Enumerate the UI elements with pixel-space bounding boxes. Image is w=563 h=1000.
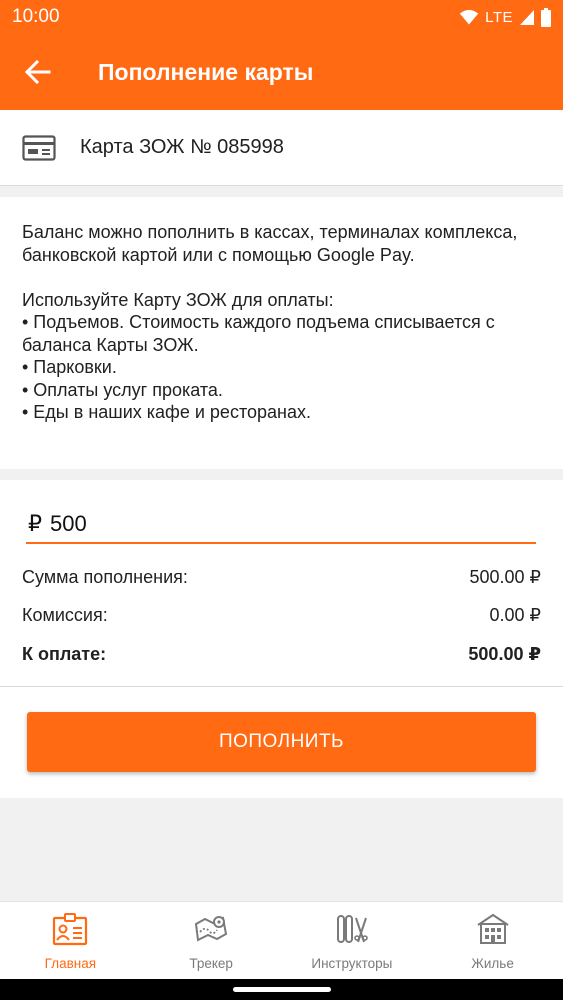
status-icons: LTE xyxy=(459,7,551,27)
divider xyxy=(0,686,563,687)
map-route-icon xyxy=(195,916,228,942)
building-icon xyxy=(477,913,509,944)
system-navigation-bar xyxy=(0,979,563,1000)
toolbar: Пополнение карты xyxy=(0,34,563,110)
bottom-navigation: Главная Трекер Инструкторы Жилье xyxy=(0,901,563,979)
id-card-icon xyxy=(53,913,88,946)
info-usage-header: Используйте Карту ЗОЖ для оплаты: xyxy=(22,289,334,310)
summary-row-total: К оплате: 500.00 ₽ xyxy=(22,644,541,665)
card-header: Карта ЗОЖ № 085998 xyxy=(0,110,563,186)
summary-value: 500.00 ₽ xyxy=(468,644,541,664)
battery-icon xyxy=(541,7,551,27)
nav-label: Главная xyxy=(44,956,97,971)
page-title: Пополнение карты xyxy=(98,58,314,85)
nav-item-home[interactable]: Главная xyxy=(0,902,141,979)
info-bullet: • Подъемов. Стоимость каждого подъема сп… xyxy=(22,312,495,355)
info-bullet: • Оплаты услуг проката. xyxy=(22,379,223,400)
card-icon xyxy=(22,134,56,161)
nav-item-instructors[interactable]: Инструкторы xyxy=(282,902,423,979)
currency-symbol: ₽ xyxy=(28,511,42,536)
wifi-icon xyxy=(459,9,479,25)
signal-icon xyxy=(520,10,534,25)
nav-label: Трекер xyxy=(189,956,233,971)
back-button[interactable] xyxy=(16,50,60,94)
nav-label: Жилье xyxy=(471,956,514,971)
status-bar: 10:00 LTE xyxy=(0,0,563,34)
summary-label: К оплате: xyxy=(22,644,107,664)
info-bullet: • Еды в наших кафе и ресторанах. xyxy=(22,402,311,422)
info-bullet: • Парковки. xyxy=(22,357,117,377)
summary-label: Комиссия: xyxy=(22,605,108,625)
nav-label: Инструкторы xyxy=(311,956,393,971)
status-time: 10:00 xyxy=(12,6,60,27)
amount-value: 500 xyxy=(50,511,87,536)
card-title: Карта ЗОЖ № 085998 xyxy=(80,136,284,158)
nav-item-housing[interactable]: Жилье xyxy=(422,902,563,979)
summary-value: 0.00 ₽ xyxy=(489,605,542,625)
home-gesture-handle[interactable] xyxy=(233,987,331,992)
network-label: LTE xyxy=(485,8,513,26)
app-bar: 10:00 LTE Пополнение карты xyxy=(0,0,563,110)
summary-row-topup: Сумма пополнения: 500.00 ₽ xyxy=(22,567,541,588)
topup-button[interactable]: ПОПОЛНИТЬ xyxy=(27,712,536,772)
payment-section: ₽ 500 Сумма пополнения: 500.00 ₽ Комисси… xyxy=(0,480,563,798)
nav-item-tracker[interactable]: Трекер xyxy=(141,902,282,979)
ski-equipment-icon xyxy=(336,915,368,943)
summary-row-commission: Комиссия: 0.00 ₽ xyxy=(22,605,541,626)
summary-value: 500.00 ₽ xyxy=(469,567,541,587)
info-section: Баланс можно пополнить в кассах, термина… xyxy=(0,197,563,469)
amount-input[interactable]: ₽ 500 xyxy=(26,506,536,544)
arrow-back-icon xyxy=(25,60,51,84)
info-intro: Баланс можно пополнить в кассах, термина… xyxy=(22,222,518,265)
summary-label: Сумма пополнения: xyxy=(22,567,188,587)
